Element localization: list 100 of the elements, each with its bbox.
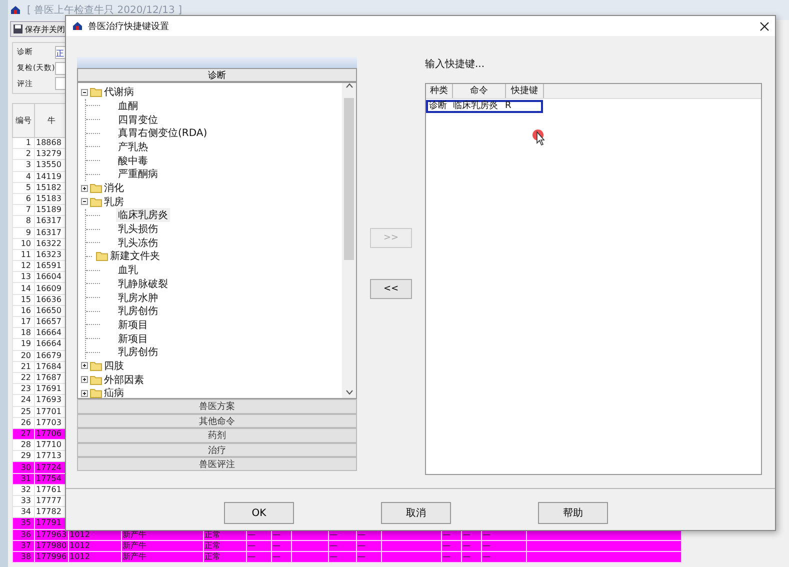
expand-icon[interactable] [81,184,88,192]
scrollbar[interactable] [342,83,356,398]
collapse-icon[interactable] [81,88,88,96]
column-header[interactable]: 种类 [426,84,453,98]
tree-item[interactable]: 乳头损伤 [116,222,160,236]
tree-item[interactable]: 消化 [102,181,126,196]
table-cell: — [271,551,292,563]
tree-item[interactable]: 新建文件夹 [108,249,162,264]
tree-item[interactable]: 酸中毒 [116,154,150,168]
table-cell: 6 [12,193,34,205]
table-cell: 36 [12,529,34,540]
table-cell: 33 [12,496,34,507]
table-row[interactable]: 诊断 临床乳房炎 R [426,100,543,113]
table-cell: 15 [12,294,34,306]
table-cell: 38 [12,551,34,563]
table-cell: — [356,551,382,563]
table-cell: 25 [12,406,34,418]
scrollbar-thumb[interactable] [344,98,354,260]
tree-item[interactable]: 疝病 [102,386,126,398]
section-header[interactable]: 诊断 [77,68,357,82]
app-icon [10,5,21,15]
folder-icon [90,360,102,371]
tree-item[interactable]: 临床乳房炎 [116,208,170,222]
section-header[interactable]: 药剂 [77,428,357,443]
table-cell: 3 [12,160,34,172]
tree-item[interactable]: 外部因素 [102,372,146,387]
tree-item[interactable]: 代谢病 [102,85,136,100]
table-cell: 正常 [203,540,246,552]
table-cell: 37 [12,540,34,552]
table-cell: 12 [12,260,34,272]
prompt-label: 输入快捷键... [425,58,486,72]
tree-item[interactable]: 产乳热 [116,140,150,154]
expand-icon[interactable] [81,390,88,397]
table-cell: 8 [12,216,34,227]
tree-item[interactable]: 新项目 [116,332,150,346]
section-header[interactable]: 兽医评注 [77,456,357,472]
table-cell: 1012 [68,540,122,552]
table-cell: — [461,540,482,552]
table-cell: 35 [12,518,34,530]
table-cell: — [481,540,526,552]
table-cell: — [271,540,292,552]
table-cell: 新产牛 [121,540,204,552]
expand-icon[interactable] [81,362,88,370]
tree-item[interactable]: 真胃右侧变位(RDA) [116,126,210,140]
table-cell: — [356,540,382,552]
section-header[interactable]: 治疗 [77,442,357,457]
close-icon [760,22,769,30]
tree-item[interactable]: 乳房水肿 [116,290,160,305]
table-cell: 16 [12,305,34,316]
folder-icon [90,196,102,207]
table-cell: 32 [12,484,34,496]
table-cell: 4 [12,171,34,182]
table-cell: 7 [12,204,34,216]
table-cell: 5 [12,182,34,194]
section-header[interactable]: 其他命令 [77,414,357,428]
column-header[interactable]: 编号 [12,104,34,138]
table-cell: 14 [12,282,34,294]
tree-item[interactable]: 四肢 [102,358,126,373]
dialog-button[interactable]: 取消 [381,502,451,524]
column-header[interactable]: 快捷键 [506,84,544,98]
tree-item[interactable]: 乳房 [102,194,126,209]
tree-item[interactable]: 血乳 [116,263,140,278]
tree-item[interactable]: 血酮 [116,98,140,113]
folder-icon [90,87,102,98]
tree-item[interactable]: 乳房创伤 [116,345,160,360]
save-icon [13,24,23,34]
table-cell: 177996 [34,551,68,563]
tree-item[interactable]: 严重酮病 [116,167,160,182]
folder-icon [90,374,102,385]
table-cell: 177980 [34,540,68,552]
tree-item[interactable]: 乳静脉破裂 [116,276,170,291]
table-cell: — [441,540,462,552]
table-cell: 31 [12,473,34,484]
table-cell: 11 [12,249,34,261]
section-header[interactable]: 兽医方案 [77,399,357,414]
column-header[interactable]: 命令 [453,84,506,98]
table-cell: 17 [12,316,34,328]
expand-icon[interactable] [81,376,88,384]
table-cell: 21 [12,361,34,372]
table-cell: 2 [12,148,34,160]
tree-item[interactable]: 乳房创伤 [116,304,160,318]
tree-item[interactable]: 乳头冻伤 [116,236,160,250]
table-cell: 26 [12,417,34,428]
table-cell: 20 [12,350,34,362]
collapse-icon[interactable] [81,198,88,206]
save-close-button[interactable]: 保存并关闭 [10,21,68,37]
table-cell: — [246,551,272,563]
dialog-button[interactable]: 帮助 [538,502,608,524]
tree-item[interactable]: 新项目 [116,318,150,332]
folder-icon [90,183,102,194]
table-cell: — [246,540,272,552]
table-cell: — [328,551,356,563]
dialog-title: 兽医治疗快捷键设置 [88,20,170,32]
dialog-button[interactable]: OK [224,502,294,524]
remove-button[interactable]: << [370,279,412,299]
table-cell: 23 [12,384,34,395]
tree-item[interactable]: 四胃变位 [116,112,160,127]
table-cell: — [461,551,482,563]
app-icon [72,21,83,31]
table-cell: 18 [12,328,34,339]
